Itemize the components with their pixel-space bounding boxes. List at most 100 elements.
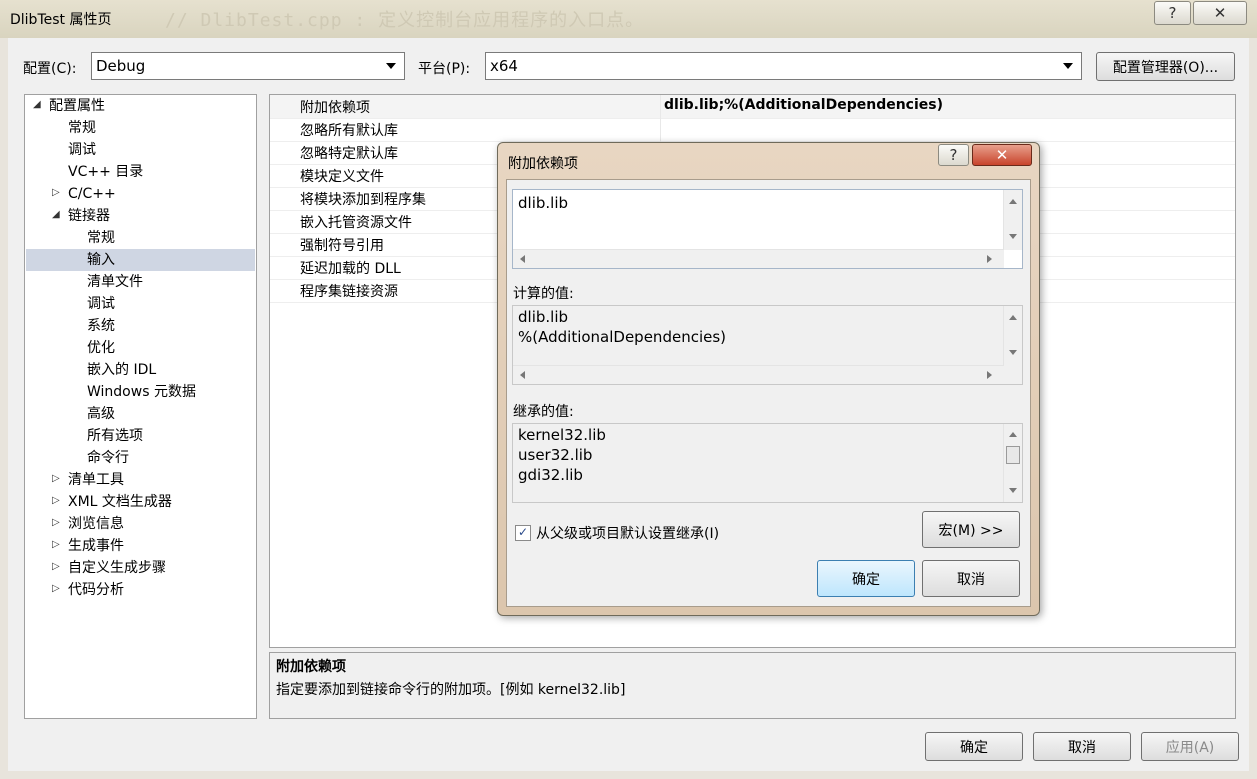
- computed-horizontal-scrollbar[interactable]: [513, 365, 1004, 384]
- expand-icon[interactable]: ▷: [52, 473, 60, 484]
- tree-item[interactable]: 嵌入的 IDL: [87, 359, 156, 381]
- help-button[interactable]: ?: [1154, 1, 1191, 25]
- tree-item[interactable]: 常规: [68, 117, 96, 139]
- tree-item[interactable]: 调试: [68, 139, 96, 161]
- tree-item[interactable]: 输入: [87, 249, 115, 271]
- tree-item[interactable]: 系统: [87, 315, 115, 337]
- inherited-label: 继承的值:: [513, 404, 574, 420]
- collapse-icon[interactable]: ◢: [52, 209, 60, 220]
- grid-row[interactable]: 忽略所有默认库: [270, 118, 1235, 142]
- tree-item[interactable]: 代码分析: [68, 579, 124, 601]
- scroll-left-icon[interactable]: [520, 255, 525, 263]
- scroll-down-icon[interactable]: [1009, 350, 1017, 355]
- help-icon: ?: [1168, 4, 1177, 22]
- grid-column-divider: [660, 118, 661, 141]
- grid-property-name: 附加依赖项: [300, 100, 370, 116]
- close-icon: ✕: [995, 146, 1009, 164]
- input-horizontal-scrollbar[interactable]: [513, 249, 1004, 268]
- tree-item[interactable]: 生成事件: [68, 535, 124, 557]
- scroll-right-icon[interactable]: [987, 371, 992, 379]
- grid-property-name: 延迟加载的 DLL: [300, 261, 401, 277]
- scroll-right-icon[interactable]: [987, 255, 992, 263]
- grid-row[interactable]: 附加依赖项 dlib.lib;%(AdditionalDependencies): [270, 95, 1235, 119]
- tree-item[interactable]: 浏览信息: [68, 513, 124, 535]
- dialog-title: 附加依赖项: [508, 156, 578, 172]
- description-text: 指定要添加到链接命令行的附加项。[例如 kernel32.lib]: [276, 682, 626, 698]
- grid-property-value[interactable]: dlib.lib;%(AdditionalDependencies): [664, 97, 943, 113]
- dependencies-input[interactable]: dlib.lib: [512, 189, 1023, 269]
- dialog-body: dlib.lib 计算的值: dlib.lib %(AdditionalDepe…: [506, 179, 1031, 607]
- tree-item[interactable]: 优化: [87, 337, 115, 359]
- expand-icon[interactable]: ▷: [52, 517, 60, 528]
- cancel-button[interactable]: 取消: [1033, 732, 1131, 761]
- dialog-ok-button[interactable]: 确定: [817, 560, 915, 597]
- inherited-vertical-scrollbar[interactable]: [1003, 424, 1022, 502]
- inherited-values-box: kernel32.lib user32.lib gdi32.lib: [512, 423, 1023, 503]
- dialog-close-button[interactable]: ✕: [972, 144, 1032, 166]
- scroll-up-icon[interactable]: [1009, 199, 1017, 204]
- computed-line: %(AdditionalDependencies): [518, 328, 727, 346]
- dependencies-input-text: dlib.lib: [518, 194, 569, 212]
- grid-property-name: 模块定义文件: [300, 169, 384, 185]
- tree-item[interactable]: VC++ 目录: [68, 161, 143, 183]
- inherit-checkbox-row[interactable]: ✓ 从父级或项目默认设置继承(I): [515, 523, 719, 543]
- computed-line: dlib.lib: [518, 308, 569, 326]
- tree-item[interactable]: 命令行: [87, 447, 129, 469]
- platform-label: 平台(P):: [418, 61, 471, 77]
- config-manager-button[interactable]: 配置管理器(O)...: [1096, 52, 1235, 81]
- tree-item[interactable]: 自定义生成步骤: [68, 557, 166, 579]
- inherit-checkbox-label: 从父级或项目默认设置继承(I): [536, 526, 720, 542]
- dialog-help-button[interactable]: ?: [938, 144, 969, 166]
- scroll-left-icon[interactable]: [520, 371, 525, 379]
- inherit-checkbox[interactable]: ✓: [515, 525, 531, 541]
- grid-property-name: 嵌入托管资源文件: [300, 215, 412, 231]
- platform-select[interactable]: x64: [485, 52, 1082, 80]
- tree-item[interactable]: 清单工具: [68, 469, 124, 491]
- tree-item[interactable]: C/C++: [68, 183, 116, 205]
- tree-item[interactable]: 调试: [87, 293, 115, 315]
- tree-item[interactable]: 链接器: [68, 205, 110, 227]
- tree-item[interactable]: 配置属性: [49, 95, 105, 117]
- collapse-icon[interactable]: ◢: [33, 99, 41, 110]
- close-icon: ✕: [1213, 4, 1227, 22]
- dialog-cancel-button[interactable]: 取消: [922, 560, 1020, 597]
- grid-property-name: 程序集链接资源: [300, 284, 398, 300]
- config-label: 配置(C):: [23, 61, 77, 77]
- input-vertical-scrollbar[interactable]: [1003, 190, 1022, 250]
- grid-column-divider: [660, 95, 661, 118]
- ok-button[interactable]: 确定: [925, 732, 1023, 761]
- tree-item[interactable]: XML 文档生成器: [68, 491, 172, 513]
- tree-item[interactable]: Windows 元数据: [87, 381, 196, 403]
- checkmark-icon: ✓: [517, 525, 529, 539]
- expand-icon[interactable]: ▷: [52, 187, 60, 198]
- window-title: DlibTest 属性页: [10, 12, 112, 28]
- grid-property-name: 强制符号引用: [300, 238, 384, 254]
- description-title: 附加依赖项: [276, 659, 346, 675]
- tree-item[interactable]: 常规: [87, 227, 115, 249]
- expand-icon[interactable]: ▷: [52, 561, 60, 572]
- computed-values-box: dlib.lib %(AdditionalDependencies): [512, 305, 1023, 385]
- chevron-down-icon: [1063, 63, 1073, 69]
- computed-vertical-scrollbar[interactable]: [1003, 306, 1022, 366]
- tree-item[interactable]: 所有选项: [87, 425, 143, 447]
- scroll-down-icon[interactable]: [1009, 234, 1017, 239]
- close-button[interactable]: ✕: [1193, 1, 1247, 25]
- expand-icon[interactable]: ▷: [52, 495, 60, 506]
- scroll-thumb[interactable]: [1006, 446, 1020, 464]
- config-select[interactable]: Debug: [91, 52, 405, 80]
- apply-button[interactable]: 应用(A): [1141, 732, 1239, 761]
- scroll-down-icon[interactable]: [1009, 488, 1017, 493]
- expand-icon[interactable]: ▷: [52, 539, 60, 550]
- tree-selection-highlight: [26, 249, 255, 271]
- scroll-up-icon[interactable]: [1009, 432, 1017, 437]
- property-tree: ◢ 配置属性 常规 调试 VC++ 目录 ▷ C/C++ ◢ 链接器 常规 输入 清单文件 调试 系统 优化…: [24, 94, 257, 719]
- expand-icon[interactable]: ▷: [52, 583, 60, 594]
- tree-item[interactable]: 清单文件: [87, 271, 143, 293]
- macro-button[interactable]: 宏(M) >>: [922, 511, 1020, 548]
- chevron-down-icon: [386, 63, 396, 69]
- inherited-line: kernel32.lib: [518, 426, 606, 444]
- inherited-line: user32.lib: [518, 446, 593, 464]
- scroll-up-icon[interactable]: [1009, 315, 1017, 320]
- grid-property-name: 忽略所有默认库: [300, 123, 398, 139]
- tree-item[interactable]: 高级: [87, 403, 115, 425]
